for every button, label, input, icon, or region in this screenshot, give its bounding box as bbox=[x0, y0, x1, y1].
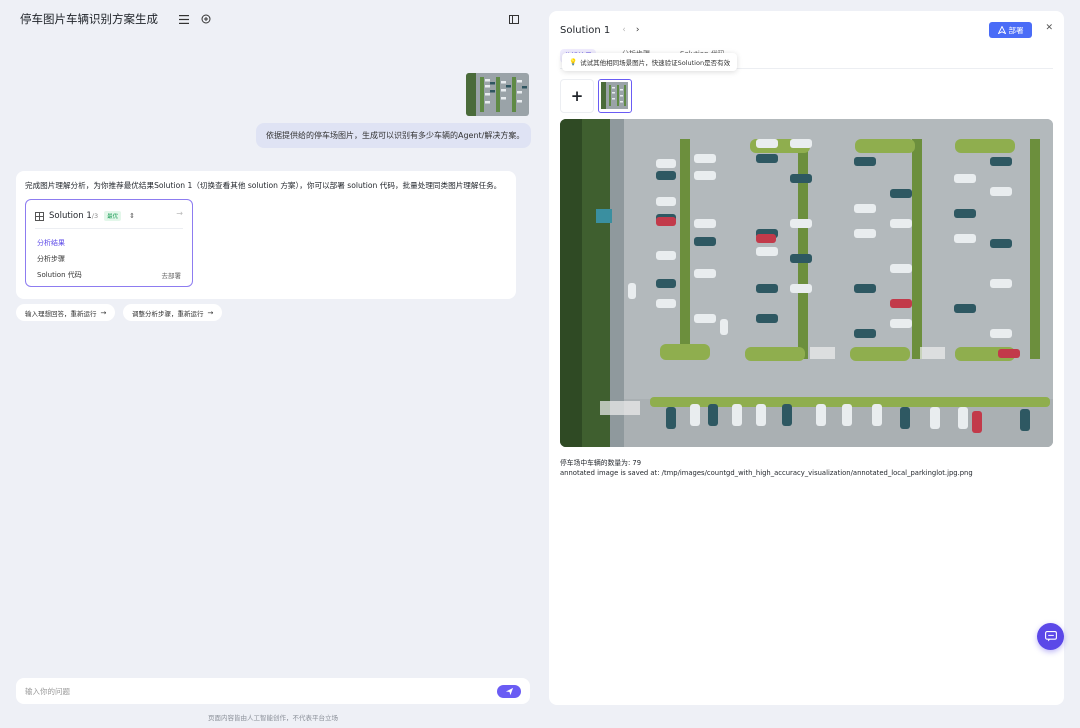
chat-pane: 停车图片车辆识别方案生成 依据提供给的停车场图片，生成可以识别有多少车辆的Age… bbox=[0, 0, 546, 728]
arrow-right-icon[interactable]: → bbox=[176, 209, 183, 218]
result-count-text: 停车场中车辆的数量为: 79 bbox=[560, 459, 642, 467]
assistant-message-text: 完成图片理解分析，为你推荐最优结果Solution 1（切换查看其他 solut… bbox=[25, 181, 502, 190]
chat-support-button[interactable] bbox=[1037, 623, 1064, 650]
solution-item-analysis-steps[interactable]: 分析步骤 bbox=[37, 254, 65, 264]
solution-item-code[interactable]: Solution 代码 bbox=[37, 270, 82, 280]
result-path-text: annotated image is saved at: /tmp/images… bbox=[560, 469, 973, 477]
chat-bubble-icon bbox=[1044, 631, 1057, 642]
go-deploy-link[interactable]: 去部署 bbox=[162, 270, 182, 280]
user-message-text: 依据提供给的停车场图片，生成可以识别有多少车辆的Agent/解决方案。 bbox=[266, 131, 525, 140]
send-button[interactable] bbox=[497, 685, 521, 698]
chat-input-box bbox=[16, 678, 530, 704]
app-title: 停车图片车辆识别方案生成 bbox=[20, 12, 158, 26]
best-badge: 最优 bbox=[104, 211, 122, 221]
close-icon[interactable]: ✕ bbox=[1045, 23, 1053, 33]
tooltip: 💡 试试其他相同场景图片，快速验证Solution是否有效 bbox=[562, 53, 738, 71]
solution-name: Solution 1 bbox=[49, 211, 92, 221]
deploy-button[interactable]: 部署 bbox=[989, 22, 1032, 38]
prev-solution-icon[interactable]: ‹ bbox=[622, 25, 626, 35]
suggestion-chip-ideal-answer[interactable]: 输入理想回答，重新运行 → bbox=[16, 304, 116, 321]
add-image-button[interactable]: + bbox=[560, 79, 594, 113]
user-message-bubble: 依据提供给的停车场图片，生成可以识别有多少车辆的Agent/解决方案。 bbox=[256, 123, 531, 148]
lightbulb-icon: 💡 bbox=[569, 58, 578, 66]
panel-title: Solution 1 bbox=[560, 24, 611, 36]
grid-icon bbox=[35, 211, 44, 221]
deploy-button-label: 部署 bbox=[1008, 25, 1024, 35]
arrow-right-icon: → bbox=[207, 308, 214, 317]
selected-image-thumbnail[interactable] bbox=[598, 79, 632, 113]
plus-icon: + bbox=[570, 87, 584, 105]
suggestion-chip-label: 调整分析步骤，重新运行 bbox=[132, 309, 204, 318]
solution-panel: Solution 1 ‹ › 部署 ✕ 分析结果 分析步骤 Solution 代… bbox=[549, 11, 1064, 705]
suggestion-chip-adjust-steps[interactable]: 调整分析步骤，重新运行 → bbox=[123, 304, 223, 321]
divider bbox=[35, 228, 183, 229]
send-icon bbox=[505, 687, 513, 696]
next-solution-icon[interactable]: › bbox=[636, 25, 640, 35]
solution-count: /3 bbox=[91, 212, 99, 220]
panel-toggle-icon[interactable] bbox=[506, 11, 522, 27]
chat-header: 停车图片车辆识别方案生成 bbox=[20, 10, 532, 28]
panel-header: Solution 1 ‹ › 部署 ✕ bbox=[560, 22, 1053, 38]
switch-solution-icon[interactable]: ⇕ bbox=[129, 212, 135, 220]
solution-item-analysis-result[interactable]: 分析结果 bbox=[37, 238, 65, 248]
suggestion-chip-label: 输入理想回答，重新运行 bbox=[25, 309, 97, 318]
ai-disclaimer: 页面内容皆由人工智能创作，不代表平台立场 bbox=[208, 714, 338, 722]
deploy-icon bbox=[997, 26, 1006, 34]
chat-input[interactable] bbox=[25, 683, 485, 699]
parking-lot-image bbox=[560, 119, 1053, 447]
new-chat-icon[interactable] bbox=[198, 11, 214, 27]
solution-card-header: Solution 1 /3 最优 ⇕ → bbox=[35, 209, 183, 223]
assistant-message-card: 完成图片理解分析，为你推荐最优结果Solution 1（切换查看其他 solut… bbox=[16, 171, 516, 299]
uploaded-image-thumbnail[interactable] bbox=[466, 73, 529, 116]
solution-card[interactable]: Solution 1 /3 最优 ⇕ → 分析结果 分析步骤 Solution … bbox=[25, 199, 193, 287]
tooltip-text: 试试其他相同场景图片，快速验证Solution是否有效 bbox=[580, 59, 731, 67]
arrow-right-icon: → bbox=[100, 308, 107, 317]
menu-icon[interactable] bbox=[176, 11, 192, 27]
parking-lot-aerial-photo bbox=[560, 119, 1053, 447]
